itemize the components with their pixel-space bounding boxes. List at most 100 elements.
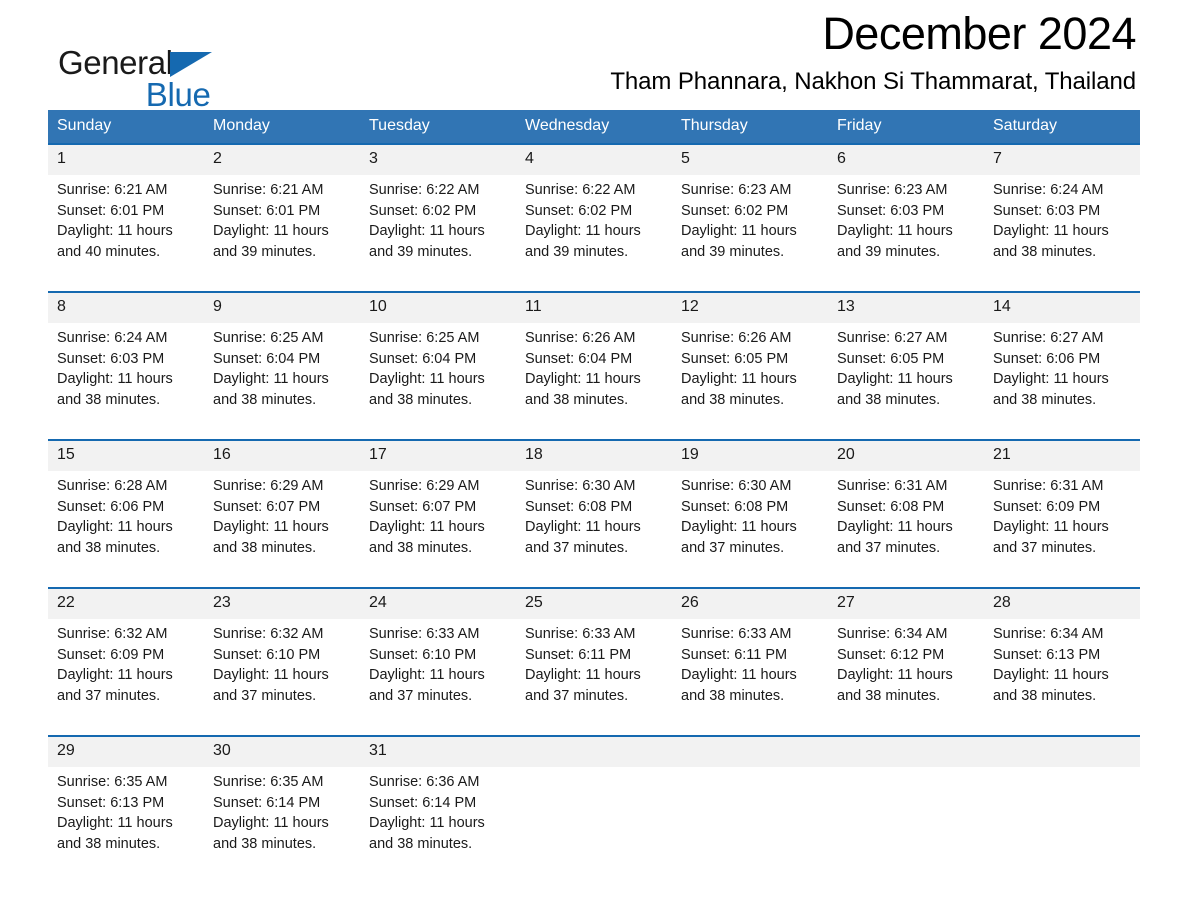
day-number[interactable]: 14 (984, 291, 1140, 323)
day-number[interactable]: 7 (984, 143, 1140, 175)
day-number[interactable]: 24 (360, 587, 516, 619)
day-number[interactable]: 21 (984, 439, 1140, 471)
daylight-text-line2: and 38 minutes. (681, 687, 785, 704)
day-number[interactable]: 22 (48, 587, 204, 619)
day-cell: Sunrise: 6:34 AM Sunset: 6:12 PM Daylight:… (828, 619, 984, 724)
day-cell: Sunrise: 6:24 AM Sunset: 6:03 PM Daylight:… (984, 175, 1140, 280)
weekday-header-tuesday: Tuesday (360, 110, 516, 144)
day-number[interactable]: 13 (828, 291, 984, 323)
day-number[interactable]: 2 (204, 143, 360, 175)
day-number-empty (828, 735, 984, 767)
sunrise-text: Sunrise: 6:31 AM (837, 478, 948, 494)
day-number-empty (984, 735, 1140, 767)
day-number[interactable]: 27 (828, 587, 984, 619)
sunrise-text: Sunrise: 6:27 AM (993, 330, 1104, 346)
sunset-text: Sunset: 6:02 PM (525, 202, 633, 219)
day-number[interactable]: 19 (672, 439, 828, 471)
week-4-info-row: Sunrise: 6:32 AM Sunset: 6:09 PM Daylight:… (48, 619, 1140, 724)
day-number[interactable]: 16 (204, 439, 360, 471)
day-number[interactable]: 30 (204, 735, 360, 767)
day-number[interactable]: 28 (984, 587, 1140, 619)
sunset-text: Sunset: 6:07 PM (369, 498, 477, 515)
daylight-text-line1: Daylight: 11 hours (681, 223, 797, 240)
day-number[interactable]: 4 (516, 143, 672, 175)
sunrise-text: Sunrise: 6:29 AM (213, 478, 324, 494)
daylight-text-line1: Daylight: 11 hours (681, 519, 797, 536)
sunrise-text: Sunrise: 6:24 AM (993, 182, 1104, 198)
sunset-text: Sunset: 6:05 PM (837, 350, 945, 367)
day-number[interactable]: 20 (828, 439, 984, 471)
day-number[interactable]: 6 (828, 143, 984, 175)
daylight-text-line1: Daylight: 11 hours (369, 371, 485, 388)
daylight-text-line1: Daylight: 11 hours (525, 223, 641, 240)
daylight-text-line1: Daylight: 11 hours (57, 223, 173, 240)
weekday-header-monday: Monday (204, 110, 360, 144)
daylight-text-line1: Daylight: 11 hours (525, 371, 641, 388)
daylight-text-line1: Daylight: 11 hours (369, 667, 485, 684)
sunset-text: Sunset: 6:08 PM (837, 498, 945, 515)
logo-text-general: General (58, 46, 215, 80)
weekday-header-wednesday: Wednesday (516, 110, 672, 144)
day-number[interactable]: 25 (516, 587, 672, 619)
day-number[interactable]: 9 (204, 291, 360, 323)
daylight-text-line2: and 40 minutes. (57, 243, 161, 260)
sunrise-text: Sunrise: 6:30 AM (681, 478, 792, 494)
day-cell: Sunrise: 6:29 AM Sunset: 6:07 PM Daylight:… (204, 471, 360, 576)
daylight-text-line2: and 38 minutes. (213, 539, 317, 556)
daylight-text-line2: and 38 minutes. (993, 243, 1097, 260)
day-number[interactable]: 15 (48, 439, 204, 471)
sunrise-text: Sunrise: 6:27 AM (837, 330, 948, 346)
sunrise-text: Sunrise: 6:33 AM (525, 626, 636, 642)
sunrise-text: Sunrise: 6:21 AM (57, 182, 168, 198)
sunset-text: Sunset: 6:09 PM (57, 646, 165, 663)
page-title: December 2024 (822, 8, 1136, 59)
day-number[interactable]: 12 (672, 291, 828, 323)
day-number[interactable]: 26 (672, 587, 828, 619)
day-number[interactable]: 1 (48, 143, 204, 175)
day-number[interactable]: 23 (204, 587, 360, 619)
sunset-text: Sunset: 6:06 PM (993, 350, 1101, 367)
sunrise-text: Sunrise: 6:23 AM (681, 182, 792, 198)
daylight-text-line1: Daylight: 11 hours (837, 223, 953, 240)
sunrise-text: Sunrise: 6:33 AM (681, 626, 792, 642)
calendar-page: General Blue December 2024 Tham Phannara… (0, 0, 1188, 918)
sunset-text: Sunset: 6:14 PM (213, 794, 321, 811)
day-number[interactable]: 3 (360, 143, 516, 175)
day-cell: Sunrise: 6:26 AM Sunset: 6:05 PM Daylight:… (672, 323, 828, 428)
day-number[interactable]: 31 (360, 735, 516, 767)
day-cell: Sunrise: 6:28 AM Sunset: 6:06 PM Daylight:… (48, 471, 204, 576)
sunrise-text: Sunrise: 6:31 AM (993, 478, 1104, 494)
day-number[interactable]: 17 (360, 439, 516, 471)
day-number[interactable]: 18 (516, 439, 672, 471)
day-number[interactable]: 10 (360, 291, 516, 323)
daylight-text-line2: and 38 minutes. (57, 835, 161, 852)
week-5-date-row: 29 30 31 (48, 735, 1140, 767)
sunrise-text: Sunrise: 6:24 AM (57, 330, 168, 346)
sunset-text: Sunset: 6:13 PM (57, 794, 165, 811)
week-spacer (48, 280, 1140, 292)
daylight-text-line2: and 37 minutes. (525, 687, 629, 704)
day-cell: Sunrise: 6:30 AM Sunset: 6:08 PM Daylight:… (672, 471, 828, 576)
day-number[interactable]: 11 (516, 291, 672, 323)
daylight-text-line1: Daylight: 11 hours (369, 815, 485, 832)
daylight-text-line1: Daylight: 11 hours (369, 223, 485, 240)
sunrise-text: Sunrise: 6:32 AM (213, 626, 324, 642)
day-number[interactable]: 8 (48, 291, 204, 323)
day-cell-empty (984, 767, 1140, 872)
sunrise-text: Sunrise: 6:25 AM (369, 330, 480, 346)
sunrise-text: Sunrise: 6:26 AM (525, 330, 636, 346)
week-spacer-cell (48, 724, 1140, 736)
day-number[interactable]: 5 (672, 143, 828, 175)
daylight-text-line1: Daylight: 11 hours (837, 519, 953, 536)
week-spacer-cell (48, 428, 1140, 440)
day-cell: Sunrise: 6:36 AM Sunset: 6:14 PM Daylight:… (360, 767, 516, 872)
sunset-text: Sunset: 6:03 PM (837, 202, 945, 219)
day-cell: Sunrise: 6:27 AM Sunset: 6:06 PM Daylight:… (984, 323, 1140, 428)
week-1-info-row: Sunrise: 6:21 AM Sunset: 6:01 PM Daylight:… (48, 175, 1140, 280)
day-number[interactable]: 29 (48, 735, 204, 767)
daylight-text-line2: and 37 minutes. (525, 539, 629, 556)
week-2-date-row: 8 9 10 11 12 13 14 (48, 291, 1140, 323)
daylight-text-line2: and 38 minutes. (993, 687, 1097, 704)
daylight-text-line1: Daylight: 11 hours (993, 519, 1109, 536)
sunset-text: Sunset: 6:11 PM (525, 646, 632, 663)
